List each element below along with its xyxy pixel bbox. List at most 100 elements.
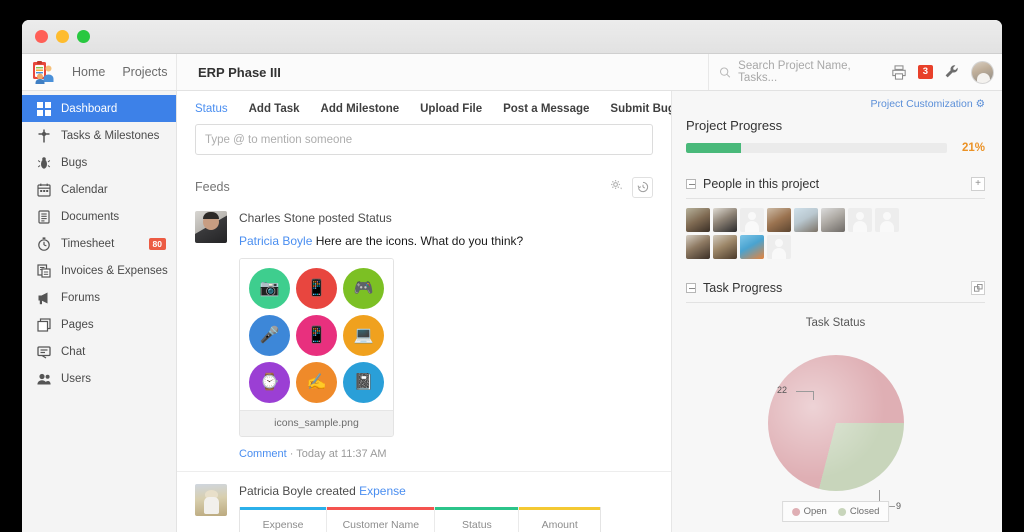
tab-add-milestone[interactable]: Add Milestone — [321, 103, 400, 115]
table-column-expense-account: Expense Account Advance Tax — [240, 507, 328, 532]
comment-link[interactable]: Comment — [239, 448, 287, 460]
person-avatar-7[interactable] — [848, 208, 872, 232]
window-zoom-button[interactable] — [77, 30, 90, 43]
feed-mention[interactable]: Patricia Boyle — [239, 234, 312, 248]
feed-action: posted Status — [318, 211, 392, 225]
project-logo-icon[interactable] — [31, 60, 55, 84]
patricia-boyle-avatar[interactable] — [195, 484, 227, 516]
legend-label: Closed — [849, 506, 880, 517]
sidebar-item-forums[interactable]: Forums — [22, 284, 176, 311]
progress-fill — [686, 143, 741, 153]
add-person-button[interactable]: + — [971, 177, 985, 191]
timesheet-badge: 80 — [148, 237, 166, 250]
person-avatar-5[interactable] — [794, 208, 818, 232]
person-avatar-12[interactable] — [767, 235, 791, 259]
sidebar-item-label: Chat — [61, 345, 86, 358]
icon-tile: 🎮 — [343, 268, 384, 309]
sidebar-item-bugs[interactable]: Bugs — [22, 149, 176, 176]
expand-icon[interactable] — [971, 281, 985, 295]
chat-icon — [35, 345, 52, 359]
sidebar-item-label: Dashboard — [61, 102, 118, 115]
project-customization-link[interactable]: Project Customization ⚙ — [686, 98, 985, 110]
column-header: Expense Account — [262, 519, 304, 532]
sidebar-item-chat[interactable]: Chat — [22, 338, 176, 365]
expense-table: Expense Account Advance Tax Customer Nam… — [239, 507, 601, 532]
wrench-icon[interactable] — [944, 64, 960, 80]
status-composer-input[interactable]: Type @ to mention someone — [195, 124, 653, 155]
collapse-toggle[interactable] — [686, 179, 696, 189]
invoice-icon — [35, 263, 52, 278]
grid-icon — [35, 101, 52, 116]
person-avatar-6[interactable] — [821, 208, 845, 232]
leader-line-open — [796, 391, 814, 392]
person-avatar-9[interactable] — [686, 235, 710, 259]
person-avatar-10[interactable] — [713, 235, 737, 259]
tab-submit-bug[interactable]: Submit Bug — [610, 103, 671, 115]
search-input[interactable]: Search Project Name, Tasks... — [709, 60, 883, 84]
feeds-header: Feeds — [195, 175, 653, 199]
feed-headline: Patricia Boyle created Expense — [239, 484, 653, 498]
sidebar-item-tasks-milestones[interactable]: Tasks & Milestones — [22, 122, 176, 149]
icon-tile: 📓 — [343, 362, 384, 403]
people-section-header: People in this project + — [686, 177, 985, 191]
app-window: Home Projects ERP Phase III Search Proje… — [22, 20, 1002, 532]
charles-stone-avatar[interactable] — [195, 211, 227, 243]
sidebar-item-dashboard[interactable]: Dashboard — [22, 95, 176, 122]
person-avatar-4[interactable] — [767, 208, 791, 232]
person-avatar-1[interactable] — [686, 208, 710, 232]
meta-separator: · — [289, 448, 294, 460]
sidebar-item-timesheet[interactable]: Timesheet 80 — [22, 230, 176, 257]
feed-timestamp: Today at 11:37 AM — [296, 448, 387, 460]
pie-chart[interactable] — [767, 355, 904, 491]
legend-swatch-open — [791, 507, 800, 516]
user-avatar[interactable] — [971, 60, 994, 84]
tab-add-task[interactable]: Add Task — [249, 103, 300, 115]
table-column-amount: Amount $50,400.00 — [519, 507, 600, 532]
window-minimize-button[interactable] — [56, 30, 69, 43]
icon-tile: 📱 — [296, 315, 337, 356]
nav-projects[interactable]: Projects — [122, 54, 167, 91]
document-icon — [35, 209, 52, 224]
tab-post-a-message[interactable]: Post a Message — [503, 103, 589, 115]
sidebar-item-label: Forums — [61, 291, 100, 304]
column-accent-bar — [435, 507, 519, 510]
feed-actor[interactable]: Patricia Boyle — [239, 484, 312, 498]
nav-home[interactable]: Home — [72, 54, 105, 91]
search-zone: Search Project Name, Tasks... 3 — [709, 54, 1002, 90]
sidebar-item-calendar[interactable]: Calendar — [22, 176, 176, 203]
column-header: Amount — [541, 519, 578, 531]
legend-item-open[interactable]: Open — [791, 506, 827, 517]
person-avatar-11[interactable] — [740, 235, 764, 259]
sidebar-item-users[interactable]: Users — [22, 365, 176, 392]
settings-gear-icon[interactable] — [610, 178, 623, 196]
notifications-badge[interactable]: 3 — [917, 65, 933, 79]
window-close-button[interactable] — [35, 30, 48, 43]
tab-upload-file[interactable]: Upload File — [420, 103, 482, 115]
person-avatar-3[interactable] — [740, 208, 764, 232]
sidebar-item-invoices-expenses[interactable]: Invoices & Expenses — [22, 257, 176, 284]
sidebar-item-label: Users — [61, 372, 92, 385]
app-header: Home Projects ERP Phase III Search Proje… — [22, 54, 1002, 91]
feed-item-status: Charles Stone posted Status Patricia Boy… — [177, 199, 671, 472]
sidebar-item-label: Tasks & Milestones — [61, 129, 160, 142]
sidebar-item-pages[interactable]: Pages — [22, 311, 176, 338]
pie-label-open: 22 — [777, 385, 788, 395]
expense-link[interactable]: Expense — [359, 484, 406, 498]
calendar-icon — [35, 183, 52, 197]
collapse-toggle[interactable] — [686, 283, 696, 293]
print-icon[interactable] — [891, 64, 907, 80]
chart-legend: Open Closed — [781, 501, 890, 522]
tab-status[interactable]: Status — [195, 103, 228, 115]
feed-actor[interactable]: Charles Stone — [239, 211, 315, 225]
column-accent-bar — [519, 507, 600, 510]
legend-item-closed[interactable]: Closed — [837, 506, 880, 517]
milestone-icon — [35, 129, 52, 143]
table-column-status: Status Non-Billable — [435, 507, 520, 532]
task-progress-section-header: Task Progress — [686, 281, 985, 295]
sidebar-item-documents[interactable]: Documents — [22, 203, 176, 230]
person-avatar-8[interactable] — [875, 208, 899, 232]
attachment-card[interactable]: 📷 📱 🎮 🎤 📱 💻 ⌚ ✍ 📓 icons_sample.png — [239, 258, 394, 437]
person-avatar-2[interactable] — [713, 208, 737, 232]
history-clock-icon[interactable] — [632, 176, 653, 198]
leader-line-open-stem — [813, 391, 814, 400]
